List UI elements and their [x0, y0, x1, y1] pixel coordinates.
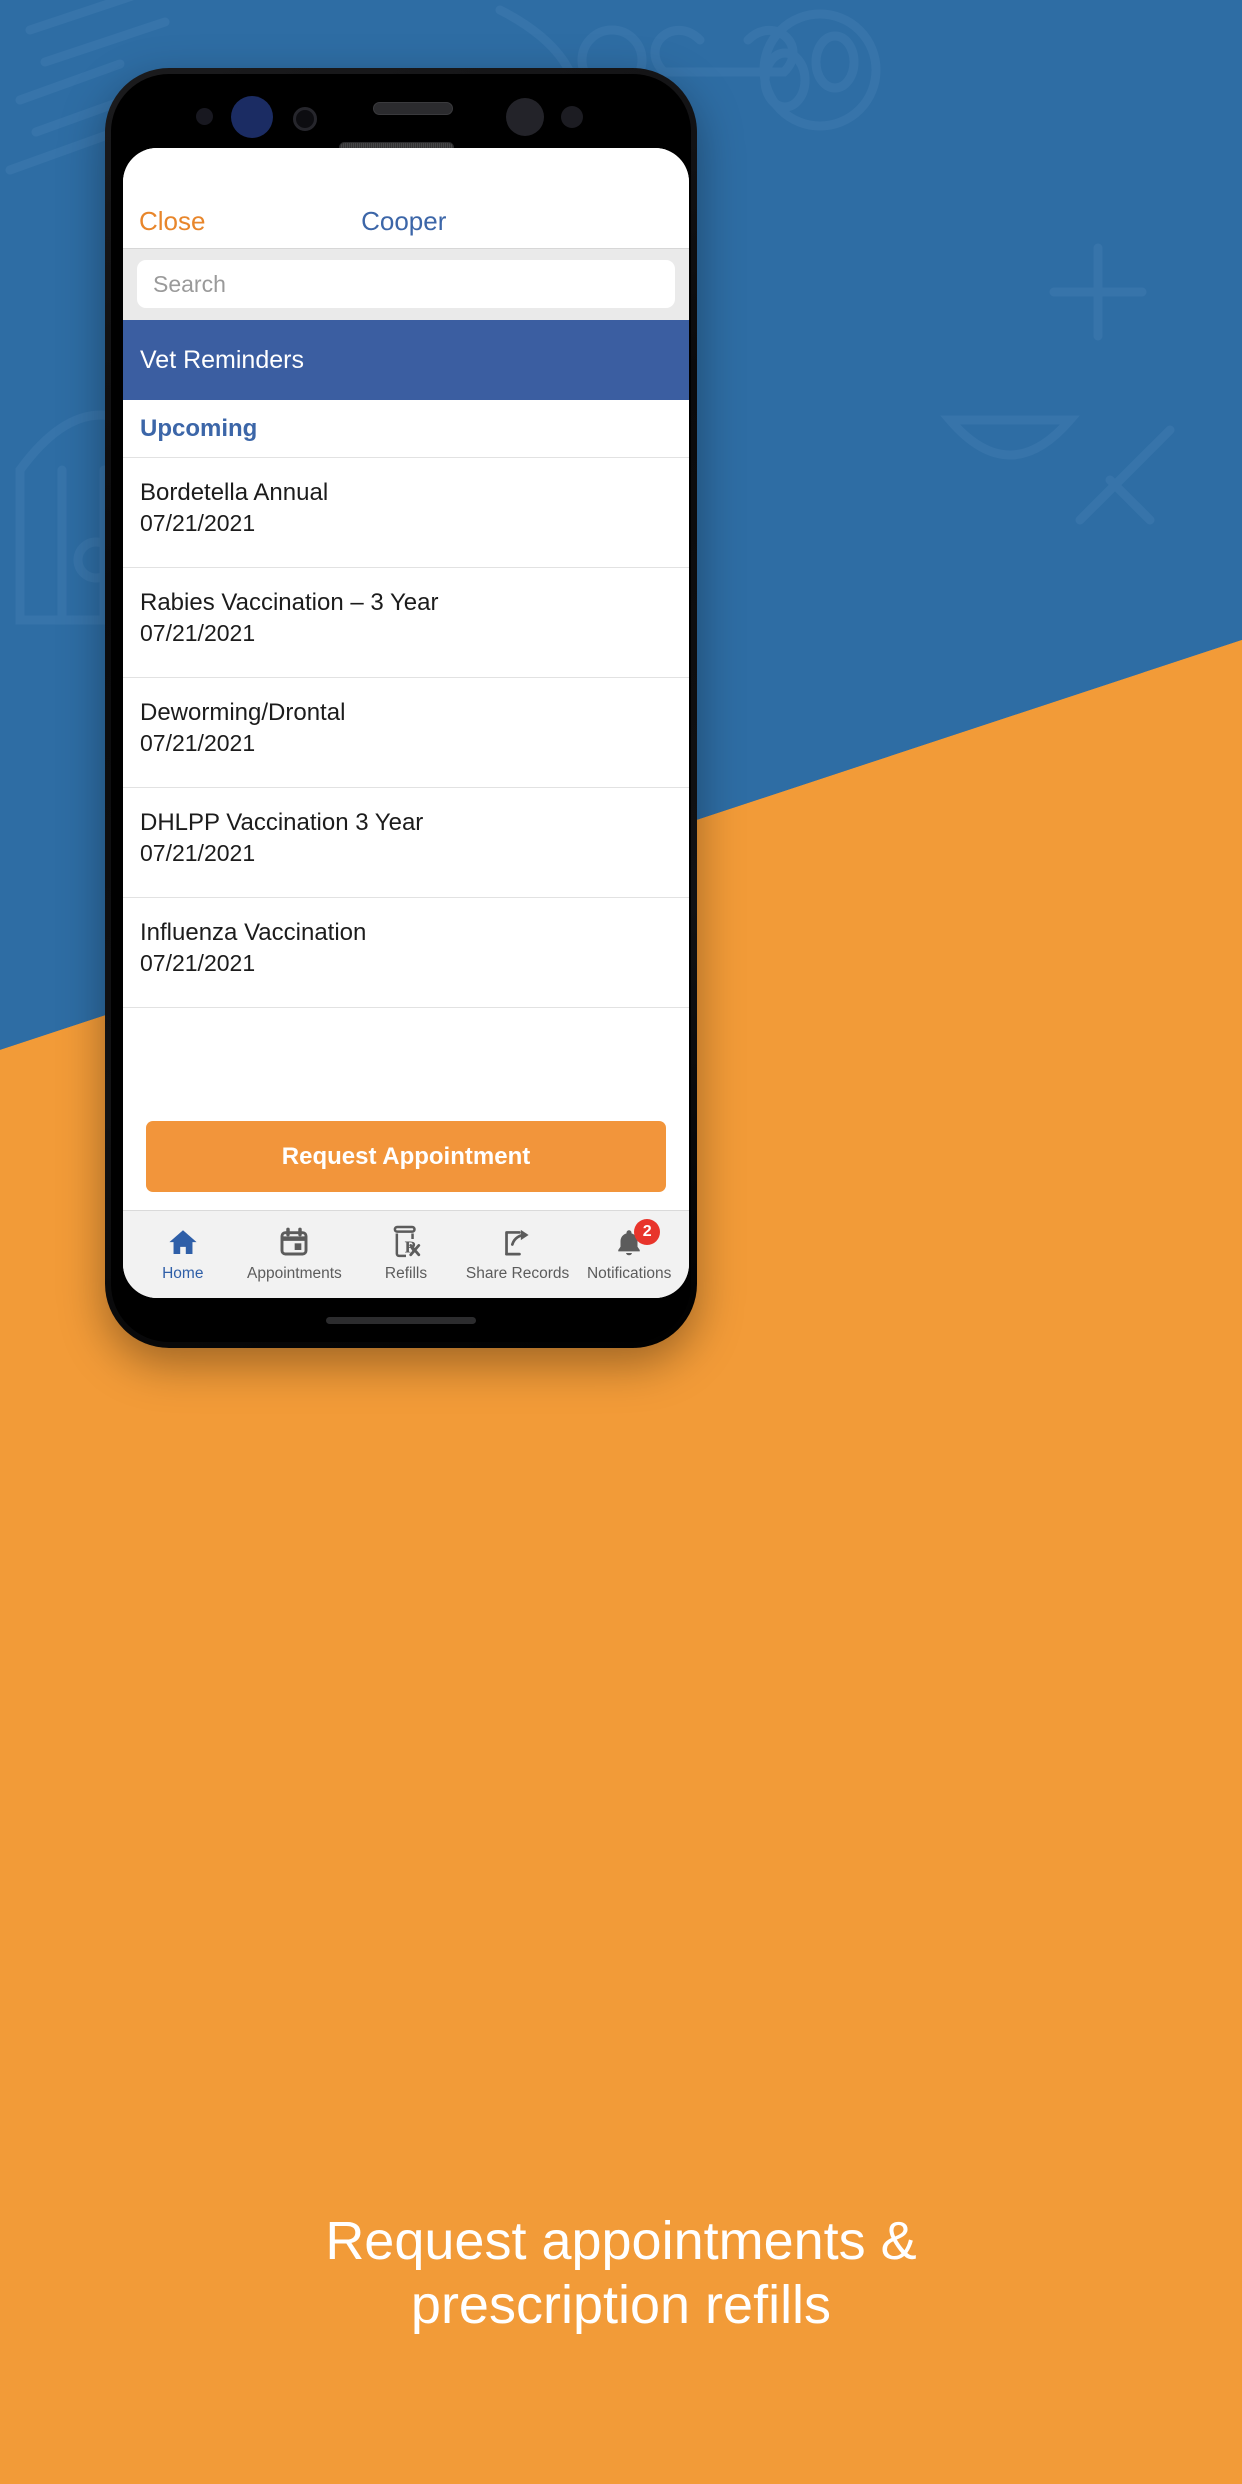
- reminder-title: DHLPP Vaccination 3 Year: [140, 809, 424, 836]
- tab-notifications-label: Notifications: [586, 1265, 672, 1282]
- list-item[interactable]: Influenza Vaccination 07/21/2021: [123, 898, 689, 1008]
- tab-share-records-label: Share Records: [465, 1265, 570, 1282]
- reminders-list: Bordetella Annual 07/21/2021 Rabies Vacc…: [123, 458, 689, 1107]
- reminder-date: 07/21/2021: [140, 730, 256, 756]
- bottom-tab-bar: Home Appointments R Refills Share Record…: [123, 1210, 689, 1298]
- earpiece-speaker: [373, 102, 453, 115]
- tab-refills-label: Refills: [384, 1265, 428, 1282]
- request-appointment-button[interactable]: Request Appointment: [146, 1121, 666, 1192]
- reminder-date: 07/21/2021: [140, 950, 256, 976]
- subsection-header-upcoming: Upcoming: [123, 400, 689, 458]
- app-nav-bar: Close Cooper: [123, 148, 689, 248]
- section-header-vet-reminders: Vet Reminders: [123, 320, 689, 400]
- proximity-sensor: [293, 107, 317, 131]
- reminder-title: Rabies Vaccination – 3 Year: [140, 589, 439, 616]
- tab-refills[interactable]: R Refills: [350, 1223, 462, 1283]
- home-icon: [166, 1223, 200, 1261]
- calendar-icon: [278, 1223, 310, 1261]
- tab-home[interactable]: Home: [127, 1223, 239, 1283]
- caption-line-2: prescription refills: [410, 2274, 832, 2335]
- reminder-date: 07/21/2021: [140, 840, 256, 866]
- reminder-date: 07/21/2021: [140, 620, 256, 646]
- reminder-title: Bordetella Annual: [140, 479, 329, 506]
- caption: Request appointments & prescription refi…: [0, 2210, 1242, 2337]
- phone-body: Close Cooper Vet Reminders Upcoming Bord…: [111, 74, 691, 1342]
- close-button[interactable]: Close: [139, 208, 205, 234]
- tab-share-records[interactable]: Share Records: [462, 1223, 574, 1283]
- pill-bottle-rx-icon: R: [390, 1223, 422, 1261]
- ambient-light-sensor: [561, 106, 583, 128]
- section-header-label: Vet Reminders: [140, 345, 304, 374]
- page-title: Cooper: [361, 206, 447, 236]
- phone-mockup: Close Cooper Vet Reminders Upcoming Bord…: [105, 68, 697, 1348]
- app-screen: Close Cooper Vet Reminders Upcoming Bord…: [123, 148, 689, 1298]
- list-item[interactable]: Rabies Vaccination – 3 Year 07/21/2021: [123, 568, 689, 678]
- front-camera-lens: [231, 96, 273, 138]
- home-indicator: [326, 1317, 476, 1324]
- list-item[interactable]: Deworming/Drontal 07/21/2021: [123, 678, 689, 788]
- search-bar-container: [123, 248, 689, 320]
- iris-scanner: [506, 98, 544, 136]
- sensor-dot-small: [196, 108, 213, 125]
- share-arrow-icon: [501, 1223, 534, 1261]
- reminder-title: Influenza Vaccination: [140, 919, 367, 946]
- tab-appointments-label: Appointments: [247, 1265, 342, 1282]
- caption-line-1: Request appointments &: [325, 2211, 917, 2271]
- reminder-date: 07/21/2021: [140, 510, 256, 536]
- cta-container: Request Appointment: [123, 1107, 689, 1210]
- tab-notifications[interactable]: 2 Notifications: [573, 1219, 685, 1283]
- search-input[interactable]: [137, 260, 675, 308]
- list-item[interactable]: Bordetella Annual 07/21/2021: [123, 458, 689, 568]
- subsection-header-label: Upcoming: [140, 414, 258, 442]
- tab-appointments[interactable]: Appointments: [239, 1223, 351, 1283]
- reminder-title: Deworming/Drontal: [140, 699, 346, 726]
- tab-home-label: Home: [162, 1265, 204, 1282]
- list-item[interactable]: DHLPP Vaccination 3 Year 07/21/2021: [123, 788, 689, 898]
- notifications-badge: 2: [634, 1219, 661, 1245]
- bell-icon: 2: [614, 1219, 661, 1261]
